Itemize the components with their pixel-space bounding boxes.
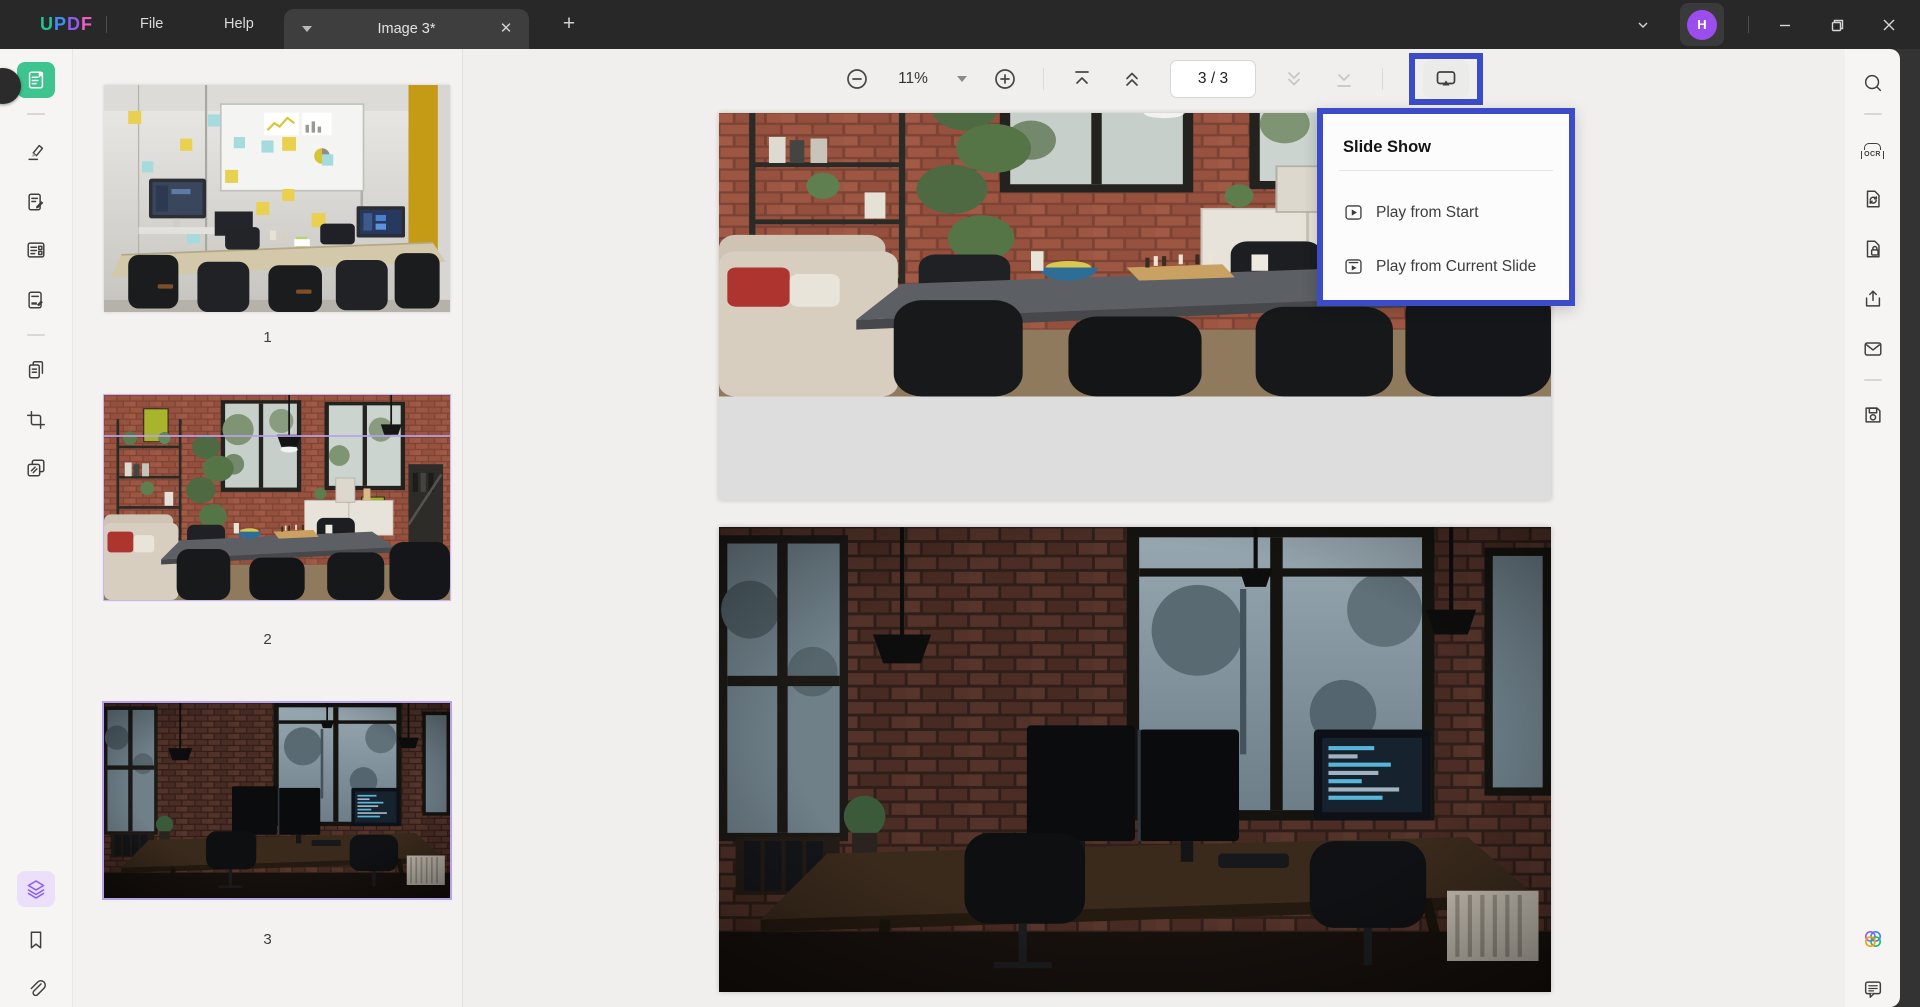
thumbnail-label-3: 3 — [73, 931, 462, 948]
new-tab-button[interactable]: + — [556, 11, 582, 37]
toolbar-divider — [1043, 68, 1044, 90]
page-3-image[interactable] — [719, 527, 1551, 992]
toolbar-divider-2 — [1382, 68, 1383, 90]
zoom-level: 11% — [895, 70, 931, 88]
ocr-button[interactable]: OCR — [1854, 133, 1892, 169]
play-from-start-icon — [1343, 202, 1364, 223]
menu-item-play-from-start[interactable]: Play from Start — [1343, 198, 1559, 228]
account-button[interactable]: H — [1680, 3, 1724, 46]
zoom-in-button[interactable] — [993, 67, 1017, 91]
menu-item-label: Play from Start — [1376, 204, 1479, 222]
tab-title: Image 3* — [284, 9, 529, 49]
menu-help[interactable]: Help — [210, 0, 268, 49]
document-canvas: 11% 3 / 3 Slide Show — [463, 49, 1845, 1007]
slideshow-button-highlight: Slide Show Play from Start Play from Cur… — [1409, 53, 1483, 105]
updf-logo: UPDF — [40, 14, 93, 35]
left-toolbar — [0, 49, 73, 1007]
bookmarks-panel-button[interactable] — [17, 922, 55, 958]
close-button[interactable] — [1876, 12, 1902, 38]
attachments-panel-button[interactable] — [17, 970, 55, 1006]
rail-divider — [27, 113, 45, 115]
reader-mode-button[interactable] — [17, 62, 55, 98]
page-indicator-input[interactable]: 3 / 3 — [1170, 60, 1256, 98]
menu-item-play-from-current[interactable]: Play from Current Slide — [1343, 252, 1559, 282]
next-page-button[interactable] — [1282, 67, 1306, 91]
menu-divider — [1339, 170, 1553, 171]
organize-pages-button[interactable] — [17, 352, 55, 388]
slideshow-menu: Slide Show Play from Start Play from Cur… — [1317, 108, 1575, 306]
restore-button[interactable] — [1824, 12, 1850, 38]
titlebar-divider — [106, 16, 107, 33]
viewport-indicator — [104, 435, 450, 437]
sign-tool-button[interactable] — [17, 282, 55, 318]
zoom-dropdown-icon[interactable] — [957, 76, 967, 82]
menu-file[interactable]: File — [126, 0, 177, 49]
protect-button[interactable] — [1854, 231, 1892, 267]
thumbnail-panel: 1 2 3 — [73, 49, 463, 1007]
thumbnails-panel-button[interactable] — [17, 871, 55, 907]
view-toolbar: 11% 3 / 3 Slide Show — [463, 49, 1845, 108]
search-button[interactable] — [1854, 65, 1892, 101]
slideshow-menu-title: Slide Show — [1343, 138, 1431, 157]
rail-divider-2 — [27, 334, 45, 336]
share-button[interactable] — [1854, 281, 1892, 317]
titlebar-divider-2 — [1748, 16, 1749, 33]
slideshow-button[interactable] — [1423, 60, 1469, 98]
avatar: H — [1687, 10, 1717, 40]
thumbnail-page-3[interactable] — [104, 703, 450, 898]
save-button[interactable] — [1854, 397, 1892, 433]
ocr-area-button[interactable] — [17, 450, 55, 486]
zoom-out-button[interactable] — [845, 67, 869, 91]
last-page-button[interactable] — [1332, 67, 1356, 91]
updf-ai-button[interactable] — [1854, 921, 1892, 957]
minimize-button[interactable] — [1772, 12, 1798, 38]
title-bar: UPDF File Help Image 3* ✕ + H — [0, 0, 1920, 49]
document-tab[interactable]: Image 3* ✕ — [284, 9, 529, 49]
play-from-current-icon — [1343, 256, 1364, 277]
menu-item-label: Play from Current Slide — [1376, 258, 1536, 276]
thumbnail-page-2[interactable] — [104, 395, 450, 600]
feedback-note-button[interactable] — [1854, 971, 1892, 1007]
titlebar-chevron-down-icon[interactable] — [1630, 12, 1656, 38]
window-edge — [1898, 49, 1920, 1007]
crop-tool-button[interactable] — [17, 402, 55, 438]
edit-pdf-button[interactable] — [17, 184, 55, 220]
previous-page-button[interactable] — [1120, 67, 1144, 91]
right-toolbar: OCR — [1845, 49, 1900, 1007]
email-button[interactable] — [1854, 331, 1892, 367]
first-page-button[interactable] — [1070, 67, 1094, 91]
thumbnail-label-1: 1 — [73, 329, 462, 346]
rail-divider-4 — [1864, 379, 1882, 381]
thumbnail-label-2: 2 — [73, 631, 462, 648]
tab-close-icon[interactable]: ✕ — [495, 18, 517, 40]
thumbnail-page-1[interactable] — [104, 85, 450, 312]
comment-tool-button[interactable] — [17, 134, 55, 170]
convert-button[interactable] — [1854, 181, 1892, 217]
form-tool-button[interactable] — [17, 232, 55, 268]
rail-divider-3 — [1864, 113, 1882, 115]
